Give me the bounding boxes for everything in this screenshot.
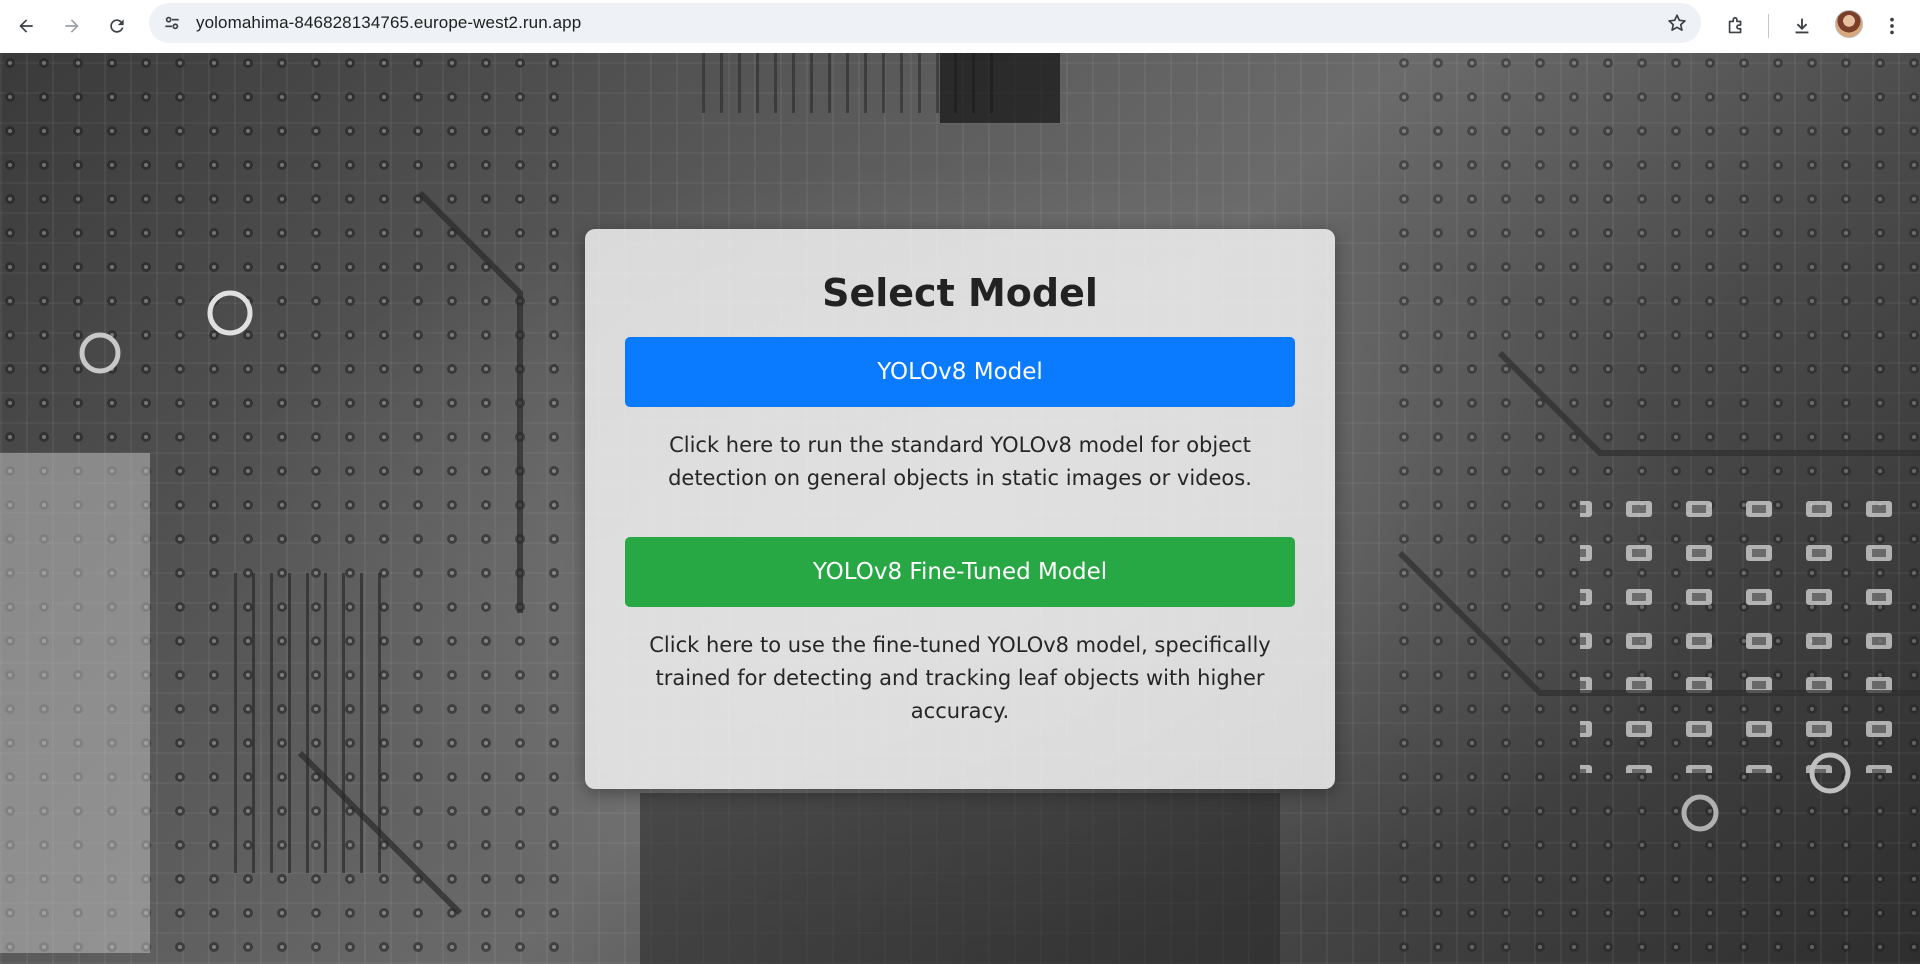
bookmark-button[interactable] <box>1665 11 1689 35</box>
url-text[interactable]: yolomahima-846828134765.europe-west2.run… <box>196 13 581 33</box>
arrow-right-icon <box>65 19 79 33</box>
model-selection-card: Select Model YOLOv8 Model Click here to … <box>585 229 1335 789</box>
page-viewport: Select Model YOLOv8 Model Click here to … <box>0 53 1920 964</box>
yolov8-model-description: Click here to run the standard YOLOv8 mo… <box>668 433 1252 490</box>
arrow-left-icon <box>19 19 33 33</box>
yolov8-model-button[interactable]: YOLOv8 Model <box>625 337 1295 407</box>
reload-button[interactable] <box>101 10 133 42</box>
downloads-button[interactable] <box>1786 10 1818 42</box>
profile-avatar[interactable] <box>1835 10 1863 38</box>
forward-button[interactable] <box>56 10 88 42</box>
site-info-button[interactable] <box>161 12 183 34</box>
extensions-button[interactable] <box>1720 10 1752 42</box>
yolov8-fine-tuned-model-description: Click here to use the fine-tuned YOLOv8 … <box>649 633 1271 723</box>
kebab-menu-icon <box>1890 17 1894 35</box>
browser-toolbar: yolomahima-846828134765.europe-west2.run… <box>0 0 1920 53</box>
tune-icon <box>165 16 179 30</box>
toolbar-divider <box>1768 14 1769 38</box>
star-icon <box>1668 14 1686 31</box>
reload-icon <box>110 19 124 33</box>
yolov8-fine-tuned-model-button[interactable]: YOLOv8 Fine-Tuned Model <box>625 537 1295 607</box>
address-bar[interactable]: yolomahima-846828134765.europe-west2.run… <box>149 3 1701 43</box>
browser-menu-button[interactable] <box>1876 10 1908 42</box>
download-icon <box>1795 18 1809 34</box>
puzzle-icon <box>1728 16 1742 34</box>
page-title: Select Model <box>822 271 1098 315</box>
back-button[interactable] <box>10 10 42 42</box>
